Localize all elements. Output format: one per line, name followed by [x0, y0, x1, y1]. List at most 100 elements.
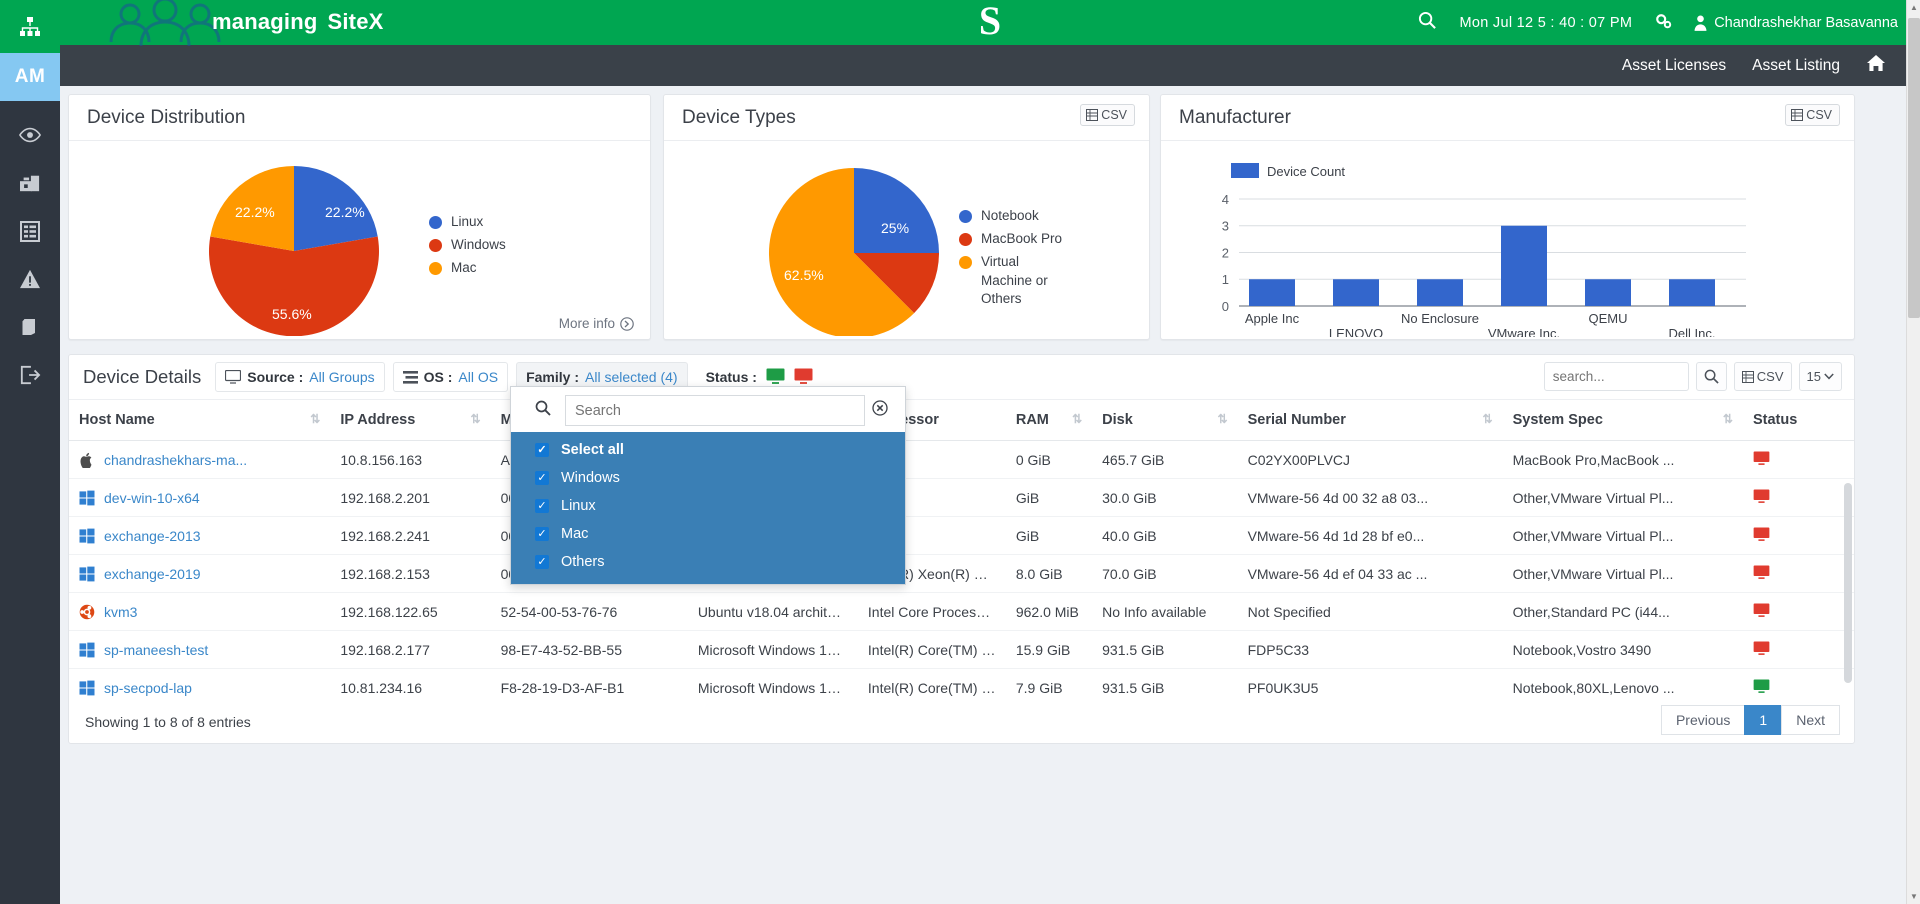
dropdown-search-input[interactable] [565, 395, 865, 426]
page-size-select[interactable]: 15 [1798, 362, 1842, 391]
column-disk[interactable]: Disk ⇅ [1092, 399, 1238, 441]
status-online-icon[interactable] [766, 368, 785, 387]
svg-text:2: 2 [1222, 245, 1229, 260]
csv-export-button-manufacturer[interactable]: CSV [1785, 104, 1840, 126]
filter-source[interactable]: Source : All Groups [215, 362, 385, 392]
status-offline-icon [1753, 489, 1770, 503]
column-status[interactable]: Status [1742, 399, 1854, 441]
sitemap-icon [20, 16, 40, 36]
column-label: Status [1752, 412, 1798, 428]
more-info-link[interactable]: More info [559, 316, 634, 331]
home-icon[interactable] [1866, 54, 1886, 77]
table-row[interactable]: sp-maneesh-test 192.168.2.177 98-E7-43-52-… [69, 630, 1854, 669]
sidebar-item-logout[interactable] [0, 351, 60, 399]
dropdown-option-label: Linux [561, 498, 596, 514]
table-row[interactable]: exchange-2013192.168.2.24100-0C-29-25-DC… [69, 516, 1854, 555]
legend-item[interactable]: MacBook Pro [959, 230, 1073, 248]
pagination-previous[interactable]: Previous [1660, 705, 1746, 735]
dropdown-option[interactable]: ✓ Windows [511, 464, 905, 492]
scroll-up-arrow-icon[interactable]: ▲ [1910, 3, 1918, 12]
table-row[interactable]: sp-secpod-lap 10.81.234.16 F8-28-19-D3-AF-… [69, 668, 1854, 701]
checkbox[interactable]: ✓ [535, 499, 549, 513]
legend-item[interactable]: Linux [429, 213, 506, 231]
cell-host-name[interactable]: chandrashekhars-ma... [69, 440, 331, 479]
svg-text:0: 0 [1222, 299, 1229, 314]
checkbox[interactable]: ✓ [535, 471, 549, 485]
sort-icon: ⇅ [1482, 412, 1493, 426]
cell-host-name[interactable]: exchange-2019 [69, 554, 331, 593]
dropdown-option[interactable]: ✓ Others [511, 548, 905, 576]
column-serial-number[interactable]: Serial Number ⇅ [1237, 399, 1503, 441]
svg-text:No Enclosure: No Enclosure [1401, 311, 1479, 326]
sidebar-item-monitor[interactable] [0, 111, 60, 159]
host-name-link[interactable]: kvm3 [104, 604, 137, 620]
table-icon [1086, 109, 1099, 121]
legend-item[interactable]: Notebook [959, 207, 1073, 225]
sidebar-logo[interactable] [0, 0, 60, 53]
column-ip-address[interactable]: IP Address ⇅ [330, 399, 491, 441]
logout-icon [20, 365, 41, 385]
cell-host-name[interactable]: sp-maneesh-test [69, 630, 331, 669]
cell-os: Microsoft Windows 10 v20H2 ... [687, 668, 858, 701]
host-name-link[interactable]: chandrashekhars-ma... [104, 452, 247, 468]
host-name-link[interactable]: dev-win-10-x64 [104, 490, 200, 506]
search-icon[interactable] [1418, 11, 1437, 34]
gear-icon[interactable] [1654, 12, 1672, 34]
table-row[interactable]: chandrashekhars-ma...10.8.156.163A4-83-E… [69, 440, 1854, 479]
svg-text:1: 1 [1222, 272, 1229, 287]
search-input[interactable] [1543, 362, 1689, 391]
host-name-link[interactable]: sp-secpod-lap [104, 680, 192, 696]
scroll-down-arrow-icon[interactable]: ▼ [1910, 892, 1918, 901]
cell-serial-number: VMware-56 4d 1d 28 bf e0... [1237, 516, 1503, 555]
dropdown-option[interactable]: ✓ Linux [511, 492, 905, 520]
sidebar-item-assets[interactable] [0, 159, 60, 207]
dropdown-option[interactable]: ✓ Mac [511, 520, 905, 548]
cell-host-name[interactable]: exchange-2013 [69, 516, 331, 555]
page-scrollbar-thumb[interactable] [1908, 18, 1920, 318]
cell-host-name[interactable]: sp-secpod-lap [69, 668, 331, 701]
csv-export-button-device-types[interactable]: CSV [1080, 104, 1135, 126]
windows-icon [79, 680, 95, 695]
csv-export-button-table[interactable]: CSV [1733, 362, 1792, 391]
cell-ram: 7.9 GiB [1005, 668, 1093, 701]
legend-item[interactable]: Windows [429, 236, 506, 254]
sidebar-item-docs[interactable] [0, 303, 60, 351]
pagination-page-1[interactable]: 1 [1744, 705, 1783, 735]
table-row[interactable]: exchange-2019192.168.2.15300-0C-29-1D-89… [69, 554, 1854, 593]
checkbox[interactable]: ✓ [535, 527, 549, 541]
legend-item[interactable]: Mac [429, 259, 506, 277]
host-name-link[interactable]: exchange-2013 [104, 528, 201, 544]
page-size-value: 15 [1806, 369, 1821, 384]
column-ram[interactable]: RAM ⇅ [1005, 399, 1093, 441]
status-offline-icon[interactable] [794, 368, 813, 387]
cell-status [1742, 630, 1854, 669]
cell-disk: 931.5 GiB [1092, 668, 1238, 701]
clear-circle-icon[interactable] [865, 400, 895, 421]
checkbox[interactable]: ✓ [535, 555, 549, 569]
cell-disk: 465.7 GiB [1092, 440, 1238, 479]
search-button[interactable] [1695, 362, 1727, 391]
cell-host-name[interactable]: dev-win-10-x64 [69, 478, 331, 517]
table-vertical-scrollbar[interactable] [1844, 483, 1852, 683]
user-menu[interactable]: Chandrashekhar Basavanna [1694, 15, 1898, 31]
host-name-link[interactable]: exchange-2019 [104, 566, 201, 582]
column-system-spec[interactable]: System Spec ⇅ [1502, 399, 1743, 441]
filter-label: OS : [423, 369, 453, 385]
nav-asset-listing[interactable]: Asset Listing [1752, 57, 1840, 75]
pagination-next[interactable]: Next [1781, 705, 1840, 735]
legend-item[interactable]: Virtual Machine or Others [959, 253, 1073, 308]
table-row[interactable]: kvm3 192.168.122.65 52-54-00-53-76-76 Ubunt… [69, 592, 1854, 631]
table-row[interactable]: dev-win-10-x64192.168.2.20100-0C-29-CB-9… [69, 478, 1854, 517]
checkbox[interactable]: ✓ [535, 443, 549, 457]
nav-asset-licenses[interactable]: Asset Licenses [1622, 57, 1726, 75]
filter-os[interactable]: OS : All OS [392, 362, 509, 392]
sidebar-item-alerts[interactable] [0, 255, 60, 303]
page-scrollbar[interactable]: ▲ ▼ [1906, 0, 1920, 904]
sidebar-item-reports[interactable] [0, 207, 60, 255]
host-name-link[interactable]: sp-maneesh-test [104, 642, 208, 658]
dropdown-option[interactable]: ✓ Select all [511, 436, 905, 464]
cell-host-name[interactable]: kvm3 [69, 592, 331, 631]
column-host-name[interactable]: Host Name ⇅ [69, 399, 331, 441]
card-header: Device Types CSV [664, 95, 1149, 141]
sidebar-item-am[interactable]: AM [0, 53, 60, 101]
